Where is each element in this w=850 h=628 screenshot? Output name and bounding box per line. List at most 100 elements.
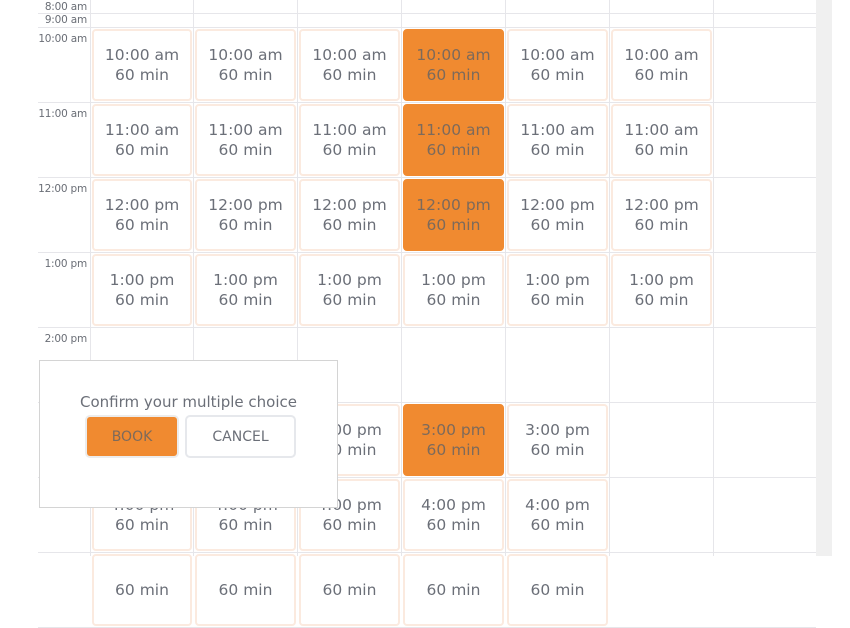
slot-time: 1:00 pm: [525, 271, 590, 289]
slot-duration: 60 min: [115, 216, 169, 234]
slot-duration: 60 min: [530, 581, 585, 599]
slot-duration: 60 min: [115, 66, 169, 84]
slot-time: 1:00 pm: [629, 271, 694, 289]
time-slot-selected[interactable]: 11:00 am 60 min: [403, 104, 504, 176]
cancel-button[interactable]: CANCEL: [185, 415, 296, 458]
slot-duration: 60 min: [426, 581, 481, 599]
slot-duration: 60 min: [218, 216, 273, 234]
slot-duration: 60 min: [322, 216, 377, 234]
time-slot-selected[interactable]: 3:00 pm 60 min: [403, 404, 504, 476]
slot-duration: 60 min: [218, 66, 273, 84]
slot-time: 1:00 pm: [421, 271, 486, 289]
grid-row-line: [38, 552, 816, 553]
slot-duration: 60 min: [426, 216, 481, 234]
slot-duration: 60 min: [218, 581, 273, 599]
slot-duration: 60 min: [634, 66, 689, 84]
time-label: 11:00 am: [38, 108, 87, 120]
time-label: 2:00 pm: [44, 333, 88, 345]
slot-time: 1:00 pm: [109, 271, 175, 289]
slot-time: 12:00 pm: [520, 196, 595, 214]
slot-time: 3:00 pm: [421, 421, 486, 439]
grid-column-line: [609, 0, 610, 556]
slot-duration: 60 min: [322, 141, 377, 159]
time-slot[interactable]: 3:00 pm 60 min: [507, 404, 608, 476]
time-label: 9:00 am: [44, 14, 87, 26]
slot-time: 12:00 pm: [416, 196, 491, 214]
time-slot[interactable]: 12:00 pm 60 min: [195, 179, 296, 251]
time-slot[interactable]: 12:00 pm 60 min: [92, 179, 192, 251]
grid-row-line: [38, 327, 816, 328]
time-slot[interactable]: 1:00 pm 60 min: [92, 254, 192, 326]
time-slot[interactable]: 12:00 pm 60 min: [611, 179, 712, 251]
dialog-message: Confirm your multiple choice: [80, 393, 297, 411]
time-slot[interactable]: 11:00 am 60 min: [195, 104, 296, 176]
time-slot[interactable]: 4:00 pm 60 min: [403, 479, 504, 551]
grid-column-line: [505, 0, 506, 556]
time-slot[interactable]: 4:00 pm 60 min: [507, 479, 608, 551]
slot-time: 11:00 am: [624, 121, 699, 139]
slot-time: 3:00 pm: [525, 421, 590, 439]
slot-duration: 60 min: [530, 66, 585, 84]
time-slot[interactable]: 11:00 am 60 min: [92, 104, 192, 176]
slot-time: 10:00 am: [624, 46, 699, 64]
time-slot[interactable]: 60 min: [507, 554, 608, 626]
time-slot[interactable]: 12:00 pm 60 min: [299, 179, 400, 251]
slot-time: 10:00 am: [208, 46, 283, 64]
time-slot[interactable]: 11:00 am 60 min: [299, 104, 400, 176]
slot-time: 12:00 pm: [208, 196, 283, 214]
time-slot[interactable]: 1:00 pm 60 min: [195, 254, 296, 326]
grid-row-line: [38, 13, 816, 14]
scrollbar-track[interactable]: [816, 0, 832, 556]
grid-row-line: [38, 177, 816, 178]
slot-time: 4:00 pm: [525, 496, 590, 514]
slot-time: 11:00 am: [520, 121, 595, 139]
slot-duration: 60 min: [634, 291, 689, 309]
slot-duration: 60 min: [530, 516, 585, 534]
slot-time: 12:00 pm: [104, 196, 180, 214]
slot-duration: 60 min: [218, 291, 273, 309]
time-slot[interactable]: 1:00 pm 60 min: [611, 254, 712, 326]
time-slot-selected[interactable]: 12:00 pm 60 min: [403, 179, 504, 251]
book-button[interactable]: BOOK: [85, 415, 179, 458]
grid-row-line: [38, 27, 816, 28]
slot-duration: 60 min: [634, 216, 689, 234]
slot-duration: 60 min: [322, 66, 377, 84]
grid-column-line: [713, 0, 714, 556]
slot-time: 10:00 am: [416, 46, 491, 64]
time-slot[interactable]: 10:00 am 60 min: [507, 29, 608, 101]
slot-time: 11:00 am: [208, 121, 283, 139]
time-slot[interactable]: 1:00 pm 60 min: [507, 254, 608, 326]
time-slot[interactable]: 60 min: [403, 554, 504, 626]
time-slot-selected[interactable]: 10:00 am 60 min: [403, 29, 504, 101]
slot-time: 11:00 am: [104, 121, 180, 139]
slot-duration: 60 min: [530, 291, 585, 309]
time-slot[interactable]: 11:00 am 60 min: [507, 104, 608, 176]
time-slot[interactable]: 60 min: [195, 554, 296, 626]
slot-time: 10:00 am: [104, 46, 180, 64]
slot-duration: 60 min: [530, 216, 585, 234]
time-slot[interactable]: 10:00 am 60 min: [195, 29, 296, 101]
time-label: 8:00 am: [44, 1, 87, 13]
time-slot[interactable]: 11:00 am 60 min: [611, 104, 712, 176]
time-slot[interactable]: 60 min: [92, 554, 192, 626]
slot-time: 10:00 am: [312, 46, 387, 64]
grid-row-line: [38, 252, 816, 253]
slot-time: 4:00 pm: [421, 496, 486, 514]
time-slot[interactable]: 10:00 am 60 min: [299, 29, 400, 101]
slot-time: 12:00 pm: [624, 196, 699, 214]
slot-duration: 60 min: [426, 516, 481, 534]
grid-row-line: [38, 102, 816, 103]
slot-duration: 60 min: [426, 141, 481, 159]
time-slot[interactable]: 60 min: [299, 554, 400, 626]
time-slot[interactable]: 1:00 pm 60 min: [299, 254, 400, 326]
slot-duration: 60 min: [426, 441, 481, 459]
time-slot[interactable]: 10:00 am 60 min: [611, 29, 712, 101]
slot-time: 10:00 am: [520, 46, 595, 64]
time-slot[interactable]: 12:00 pm 60 min: [507, 179, 608, 251]
slot-duration: 60 min: [426, 291, 481, 309]
slot-duration: 60 min: [115, 291, 169, 309]
slot-duration: 60 min: [115, 516, 169, 534]
slot-duration: 60 min: [218, 141, 273, 159]
time-slot[interactable]: 1:00 pm 60 min: [403, 254, 504, 326]
time-slot[interactable]: 10:00 am 60 min: [92, 29, 192, 101]
